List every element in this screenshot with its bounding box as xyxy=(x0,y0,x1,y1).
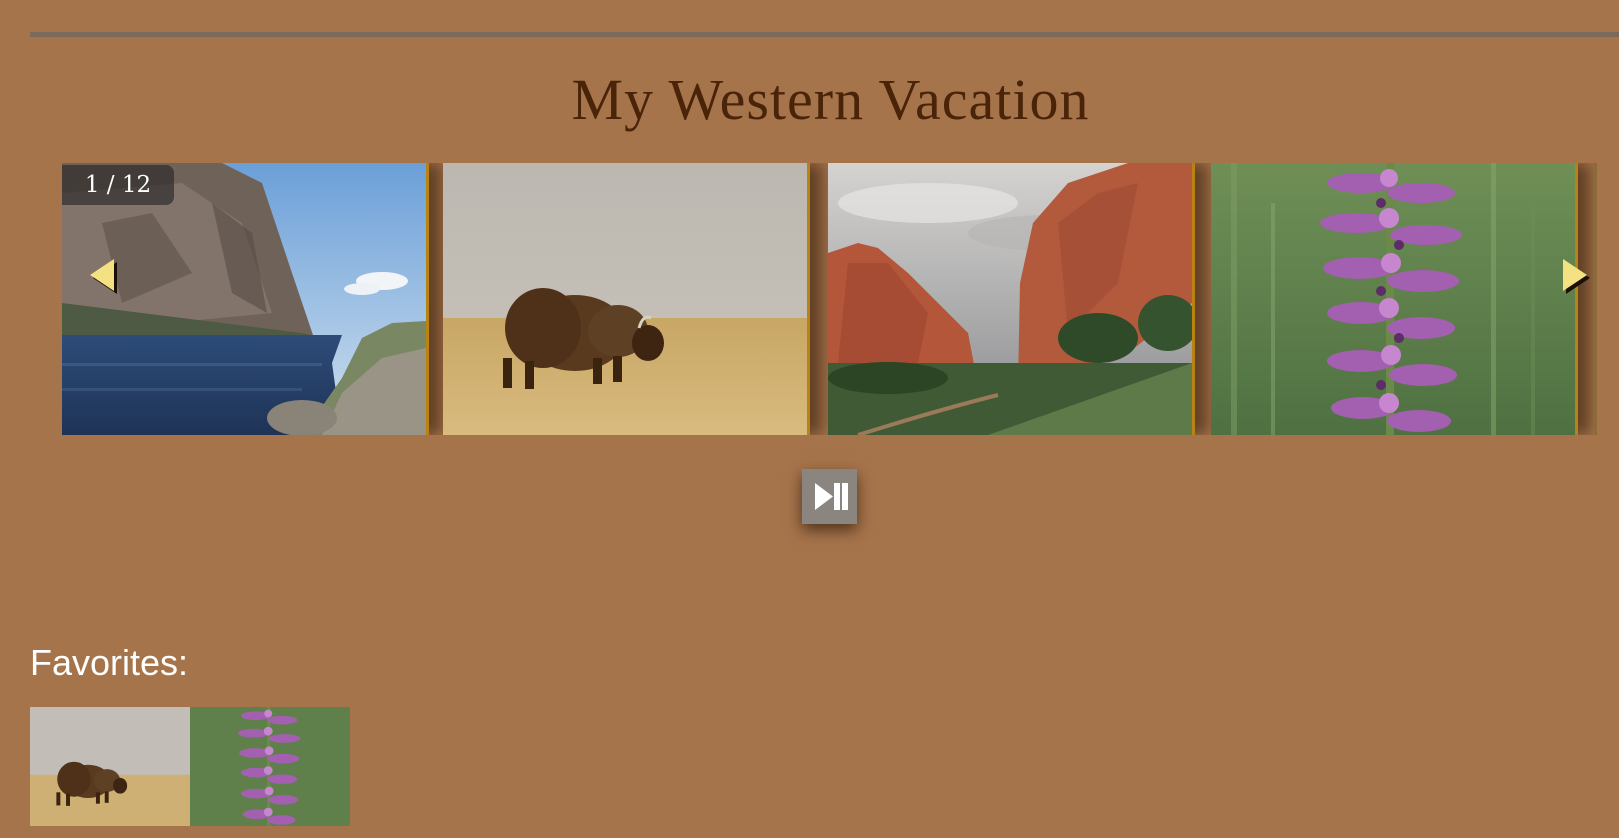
top-divider xyxy=(30,32,1619,37)
slide-red-rocks[interactable] xyxy=(828,163,1195,435)
favorites-heading: Favorites: xyxy=(30,642,189,683)
play-pause-icon xyxy=(815,483,848,510)
next-slide-button[interactable] xyxy=(1553,255,1593,295)
triangle-left-icon xyxy=(90,259,117,294)
favorite-thumbnail-bison[interactable] xyxy=(30,707,190,826)
favorite-thumbnail-orchid[interactable] xyxy=(190,707,350,826)
play-pause-button[interactable] xyxy=(802,469,857,524)
orchid-thumbnail-image xyxy=(190,707,350,826)
red-rocks-image xyxy=(828,163,1192,435)
slide-bison[interactable] xyxy=(443,163,810,435)
slide-counter: 1 / 12 xyxy=(62,165,174,205)
slide-orchid[interactable] xyxy=(1211,163,1578,435)
bison-thumbnail-image xyxy=(30,707,190,826)
page-title: My Western Vacation xyxy=(571,67,1090,132)
slideshow: 1 / 12 xyxy=(62,163,1597,435)
slide-next-partial xyxy=(1594,163,1597,435)
orchid-image xyxy=(1211,163,1575,435)
previous-slide-button[interactable] xyxy=(84,255,124,295)
partial-slide-image xyxy=(1594,163,1597,435)
bison-image xyxy=(443,163,807,435)
triangle-right-icon xyxy=(1563,259,1590,294)
